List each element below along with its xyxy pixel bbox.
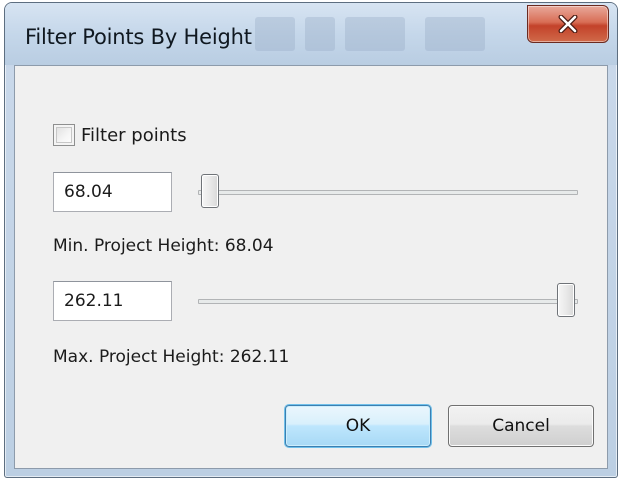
window-title: Filter Points By Height: [25, 25, 252, 49]
ok-button[interactable]: OK: [285, 405, 431, 447]
filter-points-option[interactable]: Filter points: [53, 124, 187, 146]
background-ghost: [425, 17, 485, 51]
background-ghost: [305, 17, 335, 51]
close-button[interactable]: [527, 5, 609, 43]
slider-track: [198, 190, 578, 195]
close-icon: [558, 15, 578, 33]
slider-thumb[interactable]: [201, 174, 219, 208]
min-height-slider[interactable]: [198, 172, 578, 212]
min-height-label: Min. Project Height: 68.04: [53, 236, 274, 256]
cancel-button[interactable]: Cancel: [448, 405, 594, 447]
min-height-input[interactable]: [53, 172, 172, 212]
slider-track: [198, 299, 578, 304]
max-height-input[interactable]: [53, 281, 172, 321]
title-bar[interactable]: Filter Points By Height: [5, 3, 617, 65]
filter-points-checkbox[interactable]: [53, 124, 75, 146]
max-height-slider[interactable]: [198, 281, 578, 321]
dialog-body: Filter points Min. Project Height: 68.04…: [14, 65, 608, 469]
slider-thumb[interactable]: [557, 283, 575, 317]
background-ghost: [255, 17, 295, 51]
dialog-window: Filter Points By Height Filter points Mi…: [4, 2, 618, 478]
max-height-label: Max. Project Height: 262.11: [53, 347, 290, 367]
filter-points-label[interactable]: Filter points: [81, 125, 187, 146]
background-ghost: [345, 17, 405, 51]
